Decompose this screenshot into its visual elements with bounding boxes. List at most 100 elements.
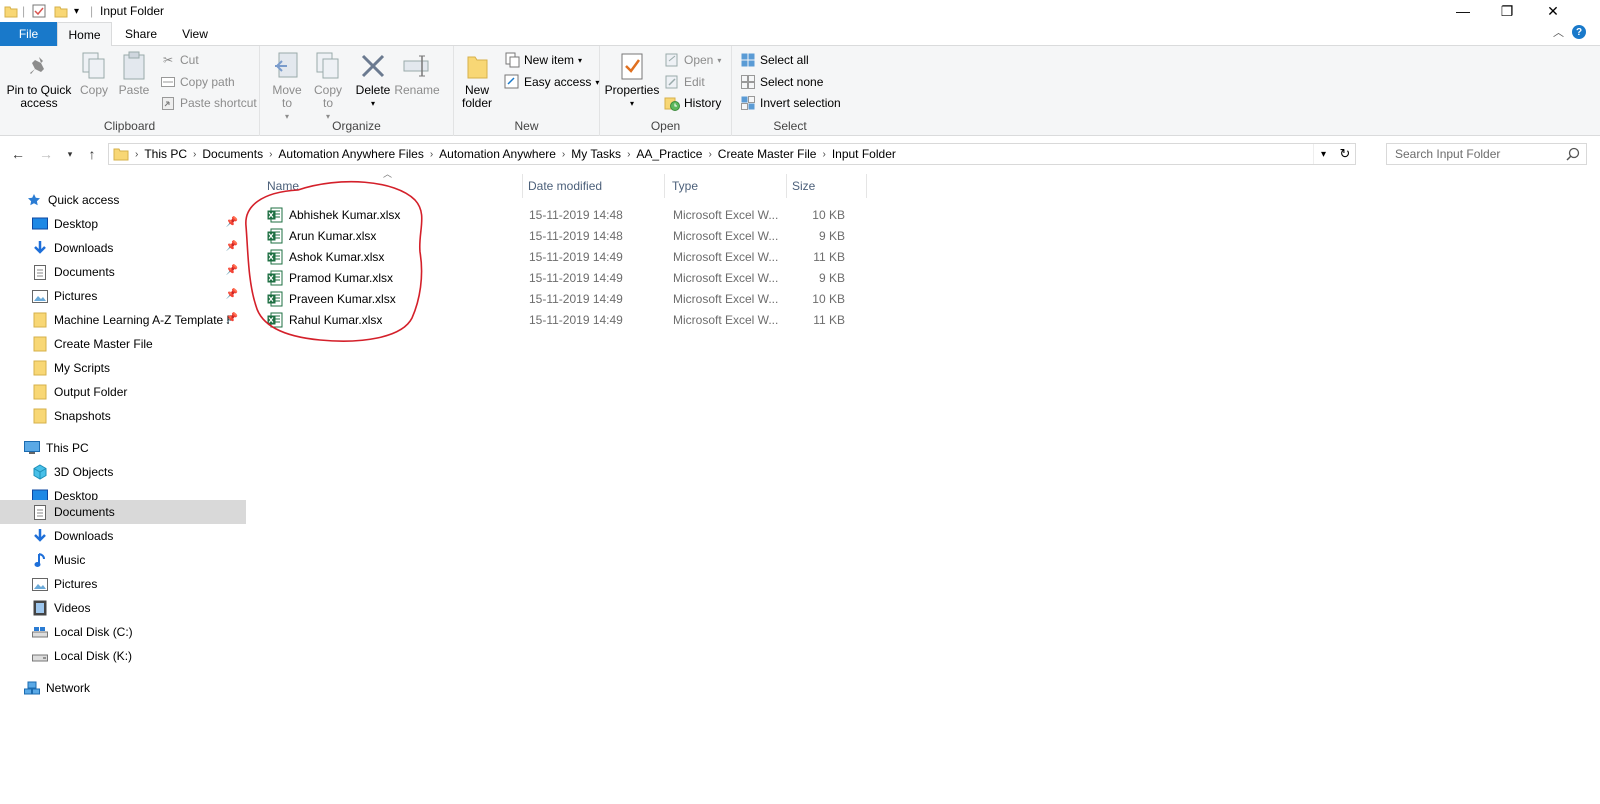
refresh-icon[interactable]: ↻: [1335, 144, 1355, 164]
breadcrumb-separator[interactable]: ›: [822, 149, 825, 160]
delete-button[interactable]: Delete ▾: [354, 50, 392, 110]
sidebar-item-output-folder[interactable]: Output Folder: [0, 380, 246, 404]
help-icon[interactable]: ?: [1572, 25, 1586, 39]
breadcrumb-separator[interactable]: ›: [627, 149, 630, 160]
forward-arrow-icon[interactable]: →: [36, 144, 56, 164]
column-header-name[interactable]: Name: [267, 174, 299, 198]
file-type: Microsoft Excel W...: [673, 271, 779, 285]
sidebar-item-local-disk-k[interactable]: Local Disk (K:): [0, 644, 246, 668]
pin-quick-access-button[interactable]: Pin to Quick access: [4, 50, 74, 110]
easy-access-button[interactable]: Easy access ▾: [504, 72, 599, 92]
breadcrumb-automation-anywhere-files[interactable]: Automation Anywhere Files: [278, 147, 423, 161]
breadcrumb-separator[interactable]: ›: [193, 149, 196, 160]
breadcrumb-this-pc[interactable]: This PC: [144, 147, 187, 161]
breadcrumb-input-folder[interactable]: Input Folder: [832, 147, 896, 161]
move-to-button[interactable]: Move to ▾: [268, 50, 306, 123]
breadcrumb-documents[interactable]: Documents: [202, 147, 263, 161]
breadcrumb-separator[interactable]: ›: [562, 149, 565, 160]
tab-share[interactable]: Share: [114, 22, 168, 46]
history-button[interactable]: History: [664, 93, 721, 113]
breadcrumb-aa-practice[interactable]: AA_Practice: [636, 147, 702, 161]
sidebar-item-downloads[interactable]: Downloads 📌: [0, 236, 246, 260]
sidebar-item-downloads-pc[interactable]: Downloads: [0, 524, 246, 548]
table-row[interactable]: Arun Kumar.xlsx 15-11-2019 14:48 Microsoft…: [265, 226, 865, 247]
table-row[interactable]: Rahul Kumar.xlsx 15-11-2019 14:49 Microsof…: [265, 310, 865, 331]
invert-selection-button[interactable]: Invert selection: [740, 93, 841, 113]
table-row[interactable]: Abhishek Kumar.xlsx 15-11-2019 14:48 Micro…: [265, 205, 865, 226]
column-divider[interactable]: [866, 174, 867, 198]
column-header-type[interactable]: Type: [672, 174, 698, 198]
sidebar-item-videos[interactable]: Videos: [0, 596, 246, 620]
new-folder-button[interactable]: New folder: [456, 50, 498, 110]
back-arrow-icon[interactable]: ←: [8, 144, 28, 164]
pin-icon[interactable]: 📌: [226, 313, 238, 324]
minimize-button[interactable]: —: [1440, 0, 1486, 22]
maximize-button[interactable]: ❐: [1484, 0, 1530, 22]
column-divider[interactable]: [786, 174, 787, 198]
sidebar-item-pictures-pc[interactable]: Pictures: [0, 572, 246, 596]
sidebar-item-3d-objects[interactable]: 3D Objects: [0, 460, 246, 484]
breadcrumb-separator[interactable]: ›: [269, 149, 272, 160]
pin-icon[interactable]: 📌: [226, 241, 238, 252]
recent-locations-icon[interactable]: ▾: [60, 144, 80, 164]
sidebar-item-this-pc[interactable]: This PC: [0, 436, 246, 460]
copy-path-button[interactable]: Copy path: [160, 72, 235, 92]
copy-to-button[interactable]: Copy to ▾: [310, 50, 346, 123]
breadcrumb-create-master-file[interactable]: Create Master File: [718, 147, 817, 161]
breadcrumb-separator[interactable]: ›: [708, 149, 711, 160]
open-button[interactable]: Open ▾: [664, 50, 721, 70]
file-size: 10 KB: [812, 292, 845, 306]
ribbon-tabs: File Home Share View ︿ ?: [0, 22, 1600, 47]
delete-x-icon: [357, 50, 389, 82]
sidebar-item-network[interactable]: Network: [0, 676, 246, 700]
pin-icon[interactable]: 📌: [226, 289, 238, 300]
sidebar-item-my-scripts[interactable]: My Scripts: [0, 356, 246, 380]
column-divider[interactable]: [522, 174, 523, 198]
sidebar-item-local-disk-c[interactable]: Local Disk (C:): [0, 620, 246, 644]
paste-shortcut-button[interactable]: Paste shortcut: [160, 93, 257, 113]
breadcrumb-separator[interactable]: ›: [430, 149, 433, 160]
sidebar-item-quick-access[interactable]: Quick access: [0, 188, 246, 212]
breadcrumb-automation-anywhere[interactable]: Automation Anywhere: [439, 147, 556, 161]
address-history-dropdown-icon[interactable]: ▾: [1313, 144, 1333, 164]
up-arrow-icon[interactable]: ↑: [82, 144, 102, 164]
tab-view[interactable]: View: [170, 22, 220, 46]
sidebar-item-music[interactable]: Music: [0, 548, 246, 572]
column-divider[interactable]: [664, 174, 665, 198]
address-bar[interactable]: › This PC › Documents › Automation Anywh…: [108, 143, 1356, 165]
sidebar-item-create-master-file[interactable]: Create Master File: [0, 332, 246, 356]
sidebar-item-documents[interactable]: Documents 📌: [0, 260, 246, 284]
paste-button[interactable]: Paste: [116, 50, 152, 97]
collapse-ribbon-icon[interactable]: ︿: [1553, 24, 1564, 40]
rename-button[interactable]: Rename: [394, 50, 440, 97]
column-header-size[interactable]: Size: [792, 174, 815, 198]
new-folder-icon[interactable]: [54, 3, 68, 19]
sidebar-item-documents-pc[interactable]: Documents: [0, 500, 246, 524]
sidebar-item-machine-learning[interactable]: Machine Learning A-Z Template F 📌: [0, 308, 238, 332]
customize-toolbar-icon[interactable]: ▾: [74, 3, 79, 19]
sidebar-item-snapshots[interactable]: Snapshots: [0, 404, 246, 428]
select-all-button[interactable]: Select all: [740, 50, 809, 70]
tab-file[interactable]: File: [0, 22, 57, 46]
close-button[interactable]: ✕: [1530, 0, 1576, 22]
table-row[interactable]: Ashok Kumar.xlsx 15-11-2019 14:49 Microsof…: [265, 247, 865, 268]
pin-icon[interactable]: 📌: [226, 217, 238, 228]
properties-button[interactable]: Properties ▾: [604, 50, 660, 110]
properties-icon[interactable]: [32, 3, 46, 19]
edit-button[interactable]: Edit: [664, 72, 705, 92]
copy-button[interactable]: Copy: [76, 50, 112, 97]
sidebar-item-desktop[interactable]: Desktop 📌: [0, 212, 246, 236]
new-item-button[interactable]: New item ▾: [504, 50, 582, 70]
sidebar-item-pictures[interactable]: Pictures 📌: [0, 284, 246, 308]
computer-icon: [24, 440, 40, 456]
pin-icon[interactable]: 📌: [226, 265, 238, 276]
search-input[interactable]: Search Input Folder: [1386, 143, 1587, 165]
table-row[interactable]: Praveen Kumar.xlsx 15-11-2019 14:49 Micros…: [265, 289, 865, 310]
table-row[interactable]: Pramod Kumar.xlsx 15-11-2019 14:49 Microso…: [265, 268, 865, 289]
file-name: Rahul Kumar.xlsx: [289, 313, 383, 327]
column-header-date-modified[interactable]: Date modified: [528, 174, 602, 198]
tab-home[interactable]: Home: [57, 22, 112, 47]
select-none-button[interactable]: Select none: [740, 72, 823, 92]
breadcrumb-my-tasks[interactable]: My Tasks: [571, 147, 621, 161]
cut-button[interactable]: ✂ Cut: [160, 50, 199, 70]
